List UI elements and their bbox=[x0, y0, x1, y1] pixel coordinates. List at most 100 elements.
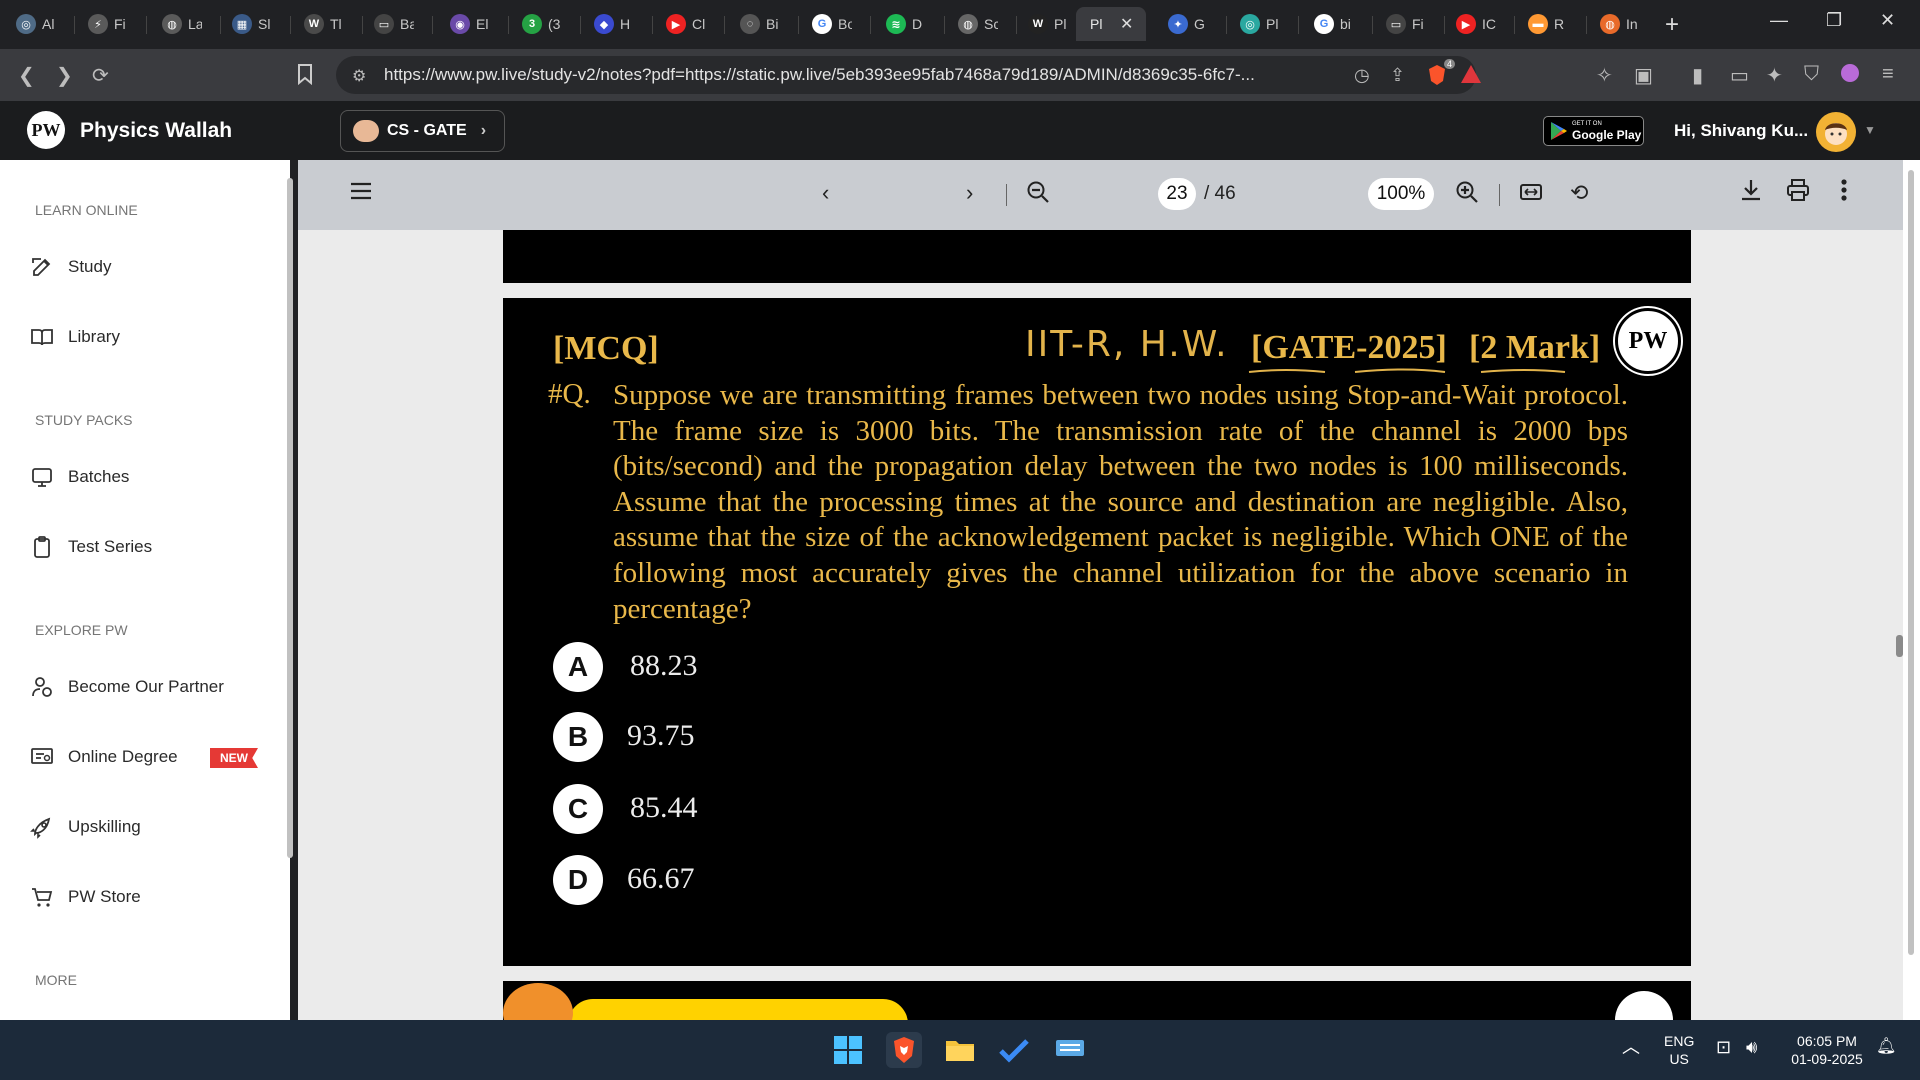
sidebar-item-pw-store[interactable]: PW Store bbox=[30, 885, 141, 909]
more-options-icon[interactable] bbox=[1840, 178, 1848, 202]
site-settings-icon[interactable]: ⚙ bbox=[352, 66, 366, 86]
browser-tab[interactable]: ▶ Cl bbox=[652, 7, 718, 41]
volume-icon[interactable]: 🔊︎ bbox=[1746, 1038, 1757, 1056]
rocket-icon bbox=[30, 817, 51, 839]
user-greeting[interactable]: Hi, Shivang Ku... bbox=[1674, 121, 1808, 141]
zoom-out-icon[interactable] bbox=[1026, 180, 1050, 204]
option-d-value: 66.67 bbox=[627, 862, 695, 895]
browser-tab[interactable]: ▭ Fi bbox=[1372, 7, 1438, 41]
sidebar-toggle-icon[interactable]: ▮ bbox=[1692, 63, 1703, 88]
browser-tab[interactable]: W Tl bbox=[290, 7, 356, 41]
section-more: MORE bbox=[35, 972, 77, 988]
sidebar-scrollbar[interactable] bbox=[287, 178, 293, 858]
tab-active[interactable]: Pl ✕ bbox=[1076, 7, 1146, 41]
browser-toolbar: ❮ ❯ ⟳ ⚙ https://www.pw.live/study-v2/not… bbox=[0, 49, 1920, 101]
browser-tab[interactable]: ▶ IC bbox=[1442, 7, 1508, 41]
keyboard-app-icon[interactable] bbox=[1052, 1032, 1088, 1068]
browser-tab[interactable]: ▦ Sl bbox=[218, 7, 284, 41]
page-number-input[interactable]: 23 bbox=[1158, 178, 1196, 210]
reader-icon[interactable]: ▣ bbox=[1634, 63, 1653, 88]
browser-tab[interactable]: 3 (3 bbox=[508, 7, 574, 41]
close-window-icon[interactable]: ✕ bbox=[1880, 10, 1895, 31]
browser-tab[interactable]: ◎ Pl bbox=[1226, 7, 1292, 41]
tab-title: Bo bbox=[838, 16, 852, 32]
show-hidden-icons[interactable]: ︿ bbox=[1622, 1038, 1640, 1056]
sidebar-item-become-partner[interactable]: Become Our Partner bbox=[30, 675, 224, 699]
todo-icon[interactable] bbox=[996, 1032, 1032, 1068]
tab-title: Cl bbox=[692, 16, 706, 32]
browser-tab[interactable]: ▬ R bbox=[1514, 7, 1580, 41]
browser-tab[interactable]: ≋ D bbox=[872, 7, 938, 41]
sidebar-item-library[interactable]: Library bbox=[30, 325, 120, 349]
sidebar-item-online-degree[interactable]: Online Degree bbox=[30, 745, 178, 769]
page-scrollbar[interactable] bbox=[1908, 170, 1914, 955]
brave-browser-icon[interactable] bbox=[886, 1032, 922, 1068]
browser-tab[interactable]: ◉ El bbox=[436, 7, 502, 41]
browser-tab[interactable]: W Pl bbox=[1014, 7, 1080, 41]
address-bar[interactable]: ⚙ https://www.pw.live/study-v2/notes?pdf… bbox=[336, 56, 1481, 94]
pw-logo[interactable]: PW bbox=[27, 111, 65, 149]
browser-tab[interactable]: Gbi bbox=[1300, 7, 1366, 41]
sidebar-item-test-series[interactable]: Test Series bbox=[30, 535, 152, 559]
zoom-in-icon[interactable] bbox=[1455, 180, 1479, 204]
sidebar-item-batches[interactable]: Batches bbox=[30, 465, 129, 489]
notification-bell-icon[interactable]: 🔔︎ bbox=[1876, 1038, 1896, 1056]
browser-tab[interactable]: ◍ La bbox=[148, 7, 214, 41]
previous-page-icon[interactable]: ‹ bbox=[822, 180, 829, 206]
history-icon[interactable]: ◷ bbox=[1354, 65, 1370, 86]
print-icon[interactable] bbox=[1786, 178, 1810, 202]
forward-icon[interactable]: ❯ bbox=[56, 63, 73, 88]
bookmark-icon[interactable] bbox=[296, 63, 314, 85]
leo-ai-icon[interactable]: ✦ bbox=[1766, 63, 1783, 88]
file-explorer-icon[interactable] bbox=[942, 1032, 978, 1068]
wallet-icon[interactable]: ▭ bbox=[1730, 63, 1749, 88]
tab-favicon-icon: ◍ bbox=[162, 14, 182, 34]
sidebar-item-upskilling[interactable]: Upskilling bbox=[30, 815, 141, 839]
tab-favicon-icon: G bbox=[812, 14, 832, 34]
windows-start-icon[interactable] bbox=[830, 1032, 866, 1068]
browser-tab[interactable]: ⚡ Fi bbox=[74, 7, 140, 41]
hamburger-menu-icon[interactable] bbox=[350, 182, 372, 200]
back-icon[interactable]: ❮ bbox=[18, 63, 35, 88]
tab-title: D bbox=[912, 16, 923, 32]
menu-icon[interactable]: ≡ bbox=[1882, 63, 1894, 86]
restore-icon[interactable]: ❐ bbox=[1826, 10, 1842, 31]
browser-tab[interactable]: ◍ Sc bbox=[944, 7, 1010, 41]
minimize-icon[interactable]: — bbox=[1770, 10, 1788, 31]
browser-tab[interactable]: ◎ Al bbox=[2, 7, 68, 41]
avatar[interactable] bbox=[1816, 112, 1856, 152]
next-page-icon[interactable]: › bbox=[966, 180, 973, 206]
google-play-badge[interactable]: GET IT ON Google Play bbox=[1543, 116, 1644, 146]
extensions-icon[interactable]: ✧ bbox=[1596, 63, 1613, 88]
account-dropdown-icon[interactable]: ▼ bbox=[1864, 123, 1876, 137]
sidebar-item-study[interactable]: Study bbox=[30, 255, 111, 279]
tab-favicon-icon: ▭ bbox=[374, 14, 394, 34]
zoom-level[interactable]: 100% bbox=[1368, 178, 1434, 210]
share-icon[interactable]: ⇪ bbox=[1390, 65, 1405, 86]
sidebar-item-label: Upskilling bbox=[68, 817, 141, 836]
brand-name[interactable]: Physics Wallah bbox=[80, 119, 232, 143]
profile-icon[interactable] bbox=[1840, 63, 1860, 83]
browser-tab[interactable]: ✦ G bbox=[1154, 7, 1220, 41]
network-icon[interactable]: ⊡ bbox=[1716, 1038, 1731, 1056]
clock[interactable]: 06:05 PM 01-09-2025 bbox=[1786, 1032, 1868, 1068]
tab-title: Pl bbox=[1054, 16, 1067, 32]
rotate-icon[interactable]: ⟲ bbox=[1570, 180, 1588, 206]
viewer-scroll-thumb[interactable] bbox=[1896, 635, 1903, 657]
new-tab-button[interactable]: + bbox=[1665, 11, 1679, 39]
download-icon[interactable] bbox=[1740, 178, 1762, 202]
browser-tab[interactable]: G Bo bbox=[798, 7, 864, 41]
windows-taskbar: ︿ ENG US ⊡ 🔊︎ 06:05 PM 01-09-2025 🔔︎ bbox=[0, 1020, 1920, 1080]
vpn-icon[interactable]: ⛉ bbox=[1804, 63, 1819, 86]
language-indicator[interactable]: ENG US bbox=[1664, 1032, 1694, 1068]
batch-selector[interactable]: CS - GATE › bbox=[340, 110, 505, 152]
browser-tab[interactable]: ◍ In bbox=[1586, 7, 1652, 41]
browser-tab[interactable]: ▭ Ba bbox=[360, 7, 426, 41]
browser-tab[interactable]: ◌ Bi bbox=[726, 7, 792, 41]
browser-tab[interactable]: ◆ H bbox=[580, 7, 646, 41]
brave-rewards-icon[interactable] bbox=[1460, 64, 1482, 84]
close-tab-icon[interactable]: ✕ bbox=[1120, 14, 1133, 34]
reload-icon[interactable]: ⟳ bbox=[92, 63, 109, 88]
fit-width-icon[interactable] bbox=[1520, 182, 1542, 202]
tab-favicon-icon: 3 bbox=[522, 14, 542, 34]
